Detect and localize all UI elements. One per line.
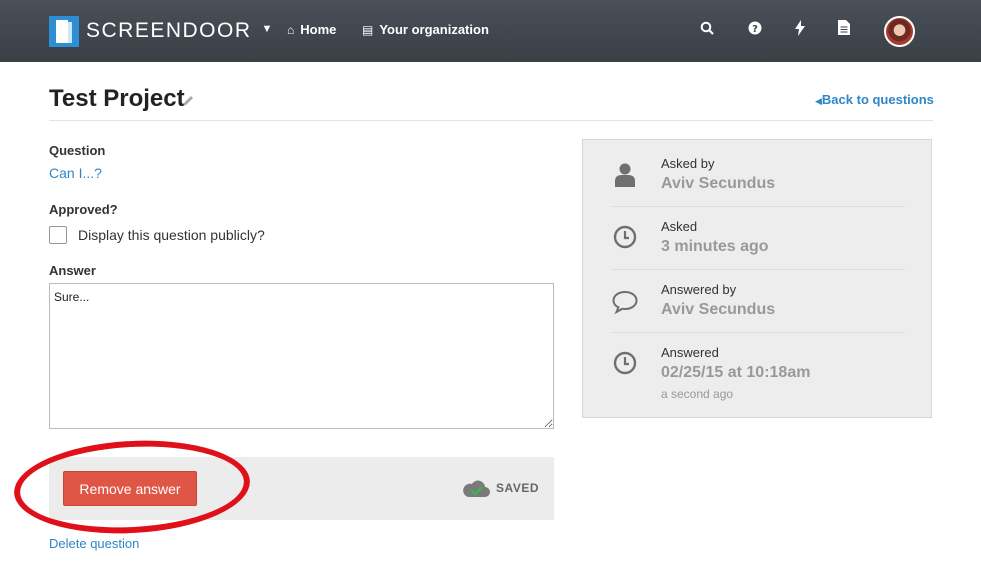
lightning-icon[interactable] (790, 20, 810, 40)
question-link[interactable]: Can I...? (49, 165, 102, 181)
detail-label: Asked (661, 219, 698, 234)
detail-value: 3 minutes ago (661, 238, 769, 255)
home-icon: ⌂ (287, 22, 295, 37)
detail-label: Asked by (661, 156, 715, 171)
detail-value: Aviv Secundus (661, 301, 776, 318)
detail-separator (611, 206, 905, 207)
annotation-circle (11, 434, 253, 540)
detail-asked-by: Asked by Aviv Secundus (611, 156, 905, 206)
detail-asked: Asked 3 minutes ago (611, 219, 905, 269)
user-icon (611, 162, 639, 190)
screendoor-logo-icon (49, 15, 79, 47)
logo[interactable]: SCREENDOOR ▼ (49, 15, 272, 47)
detail-separator (611, 332, 905, 333)
detail-subtext: a second ago (661, 387, 734, 401)
detail-value: 02/25/15 at 10:18am (661, 364, 811, 381)
detail-answered-by: Answered by Aviv Secundus (611, 282, 905, 332)
avatar[interactable] (884, 16, 915, 47)
answer-label: Answer (49, 263, 96, 278)
approved-label: Approved? (49, 202, 118, 217)
delete-question-link[interactable]: Delete question (49, 536, 139, 551)
speech-bubble-icon (611, 290, 639, 318)
display-publicly-label[interactable]: Display this question publicly? (78, 227, 265, 243)
nav-home[interactable]: ⌂ Home (287, 22, 336, 37)
clock-icon (611, 351, 639, 379)
saved-status: SAVED (496, 481, 539, 495)
nav-organization[interactable]: ▤ Your organization (362, 22, 489, 37)
building-icon: ▤ (362, 22, 374, 37)
clock-icon (611, 225, 639, 253)
question-details-panel: Asked by Aviv Secundus Asked 3 minutes a… (582, 139, 932, 418)
page-title: Test Project (49, 85, 185, 112)
detail-label: Answered by (661, 282, 737, 297)
cloud-check-icon (461, 477, 491, 499)
detail-value: Aviv Secundus (661, 175, 776, 192)
detail-separator (611, 269, 905, 270)
top-navbar: SCREENDOOR ▼ ⌂ Home ▤ Your organization … (0, 0, 981, 62)
back-to-questions-link[interactable]: ◀Back to questions (815, 92, 934, 107)
display-publicly-checkbox[interactable] (49, 226, 67, 244)
nav-home-label: Home (300, 22, 337, 37)
detail-answered: Answered 02/25/15 at 10:18am a second ag… (611, 345, 905, 407)
search-icon[interactable] (697, 20, 717, 40)
answer-textarea[interactable]: Sure... (49, 283, 554, 429)
question-label: Question (49, 143, 106, 158)
logo-text: SCREENDOOR (86, 19, 252, 42)
svg-text:?: ? (752, 24, 758, 35)
document-icon[interactable] (834, 20, 854, 40)
pencil-icon[interactable] (182, 93, 196, 107)
nav-organization-label: Your organization (379, 22, 489, 37)
caret-down-icon[interactable]: ▼ (262, 23, 273, 35)
help-icon[interactable]: ? (745, 20, 765, 40)
back-link-label: Back to questions (821, 92, 934, 107)
header-divider (49, 120, 933, 121)
chevron-left-icon: ◀ (815, 96, 822, 106)
detail-label: Answered (661, 345, 719, 360)
